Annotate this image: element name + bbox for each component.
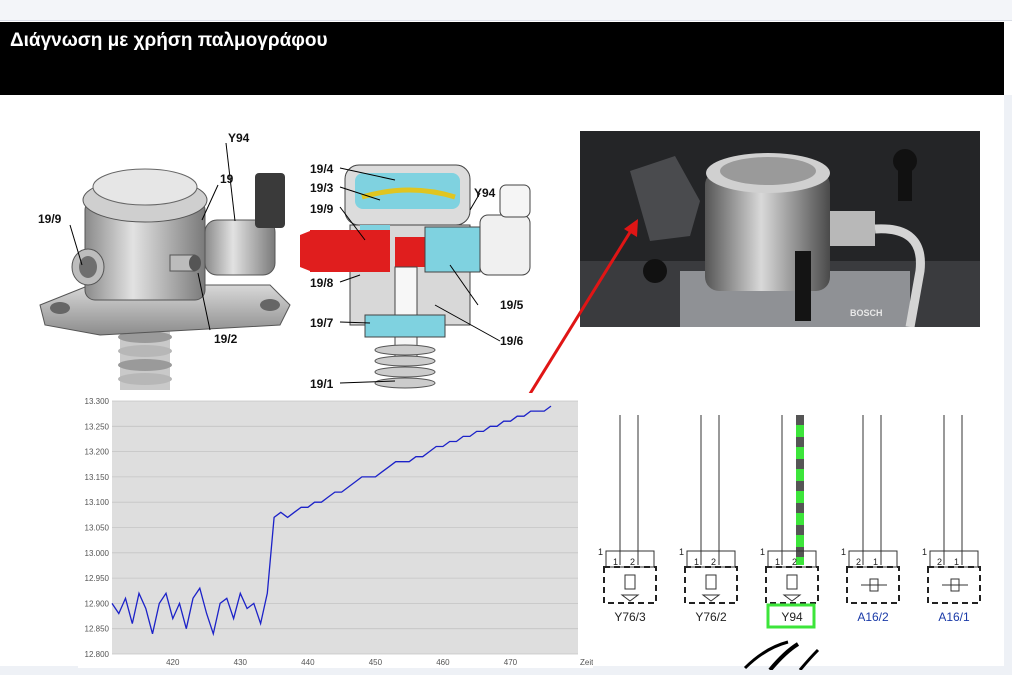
section-label-y94: Y94 bbox=[474, 186, 496, 200]
y-tick-label: 13.200 bbox=[85, 448, 110, 457]
x-tick-label: 440 bbox=[301, 658, 315, 667]
x-tick-label: 460 bbox=[436, 658, 450, 667]
title-bar: Διάγνωση με χρήση παλμογράφου bbox=[0, 22, 1004, 95]
y-tick-label: 13.250 bbox=[85, 422, 110, 431]
pin-label-right: 2 bbox=[792, 557, 797, 567]
x-tick-label: 420 bbox=[166, 658, 180, 667]
section-label-19-3: 19/3 bbox=[310, 181, 334, 195]
pin-label-left: 2 bbox=[856, 557, 861, 567]
pump-cross-section bbox=[300, 164, 531, 389]
outer-pin-label: 1 bbox=[760, 547, 765, 557]
component-name: Y76/3 bbox=[614, 610, 646, 624]
y-tick-label: 13.000 bbox=[85, 549, 110, 558]
section-label-19-7: 19/7 bbox=[310, 316, 334, 330]
y-tick-label: 13.150 bbox=[85, 473, 110, 482]
outer-pin-label: 1 bbox=[598, 547, 603, 557]
y-tick-label: 12.950 bbox=[85, 574, 110, 583]
pump-label-19-2: 19/2 bbox=[214, 332, 238, 346]
wiring-component: 12 1A16/2 bbox=[841, 415, 900, 624]
component-name: Y76/2 bbox=[695, 610, 727, 624]
y-tick-label: 12.850 bbox=[85, 625, 110, 634]
pump-illustration bbox=[39, 142, 291, 390]
component-name: A16/1 bbox=[938, 610, 970, 624]
component-name: Y94 bbox=[781, 610, 803, 624]
pin-label-left: 2 bbox=[937, 557, 942, 567]
outer-pin-label: 1 bbox=[841, 547, 846, 557]
section-label-19-9: 19/9 bbox=[310, 202, 334, 216]
pin-label-right: 2 bbox=[630, 557, 635, 567]
photo-brand: BOSCH bbox=[850, 308, 883, 318]
y-tick-label: 12.900 bbox=[85, 599, 110, 608]
x-tick-label: 430 bbox=[234, 658, 248, 667]
component-name: A16/2 bbox=[857, 610, 889, 624]
pin-label-right: 1 bbox=[873, 557, 878, 567]
y-tick-label: 13.300 bbox=[85, 397, 110, 406]
section-label-19-1: 19/1 bbox=[310, 377, 334, 391]
y-tick-label: 13.050 bbox=[85, 524, 110, 533]
signature-mark bbox=[743, 640, 820, 670]
y-tick-label: 12.800 bbox=[85, 650, 110, 659]
pump-label-19: 19 bbox=[220, 172, 234, 186]
pin-label-left: 1 bbox=[694, 557, 699, 567]
pin-label-right: 1 bbox=[954, 557, 959, 567]
x-tick-label: Zeit [s bbox=[580, 658, 593, 667]
x-tick-label: 450 bbox=[369, 658, 383, 667]
pin-label-right: 2 bbox=[711, 557, 716, 567]
section-label-19-4: 19/4 bbox=[310, 162, 334, 176]
oscilloscope-chart: 13.300 13.250 13.200 13.150 13.100 13.050 13.0… bbox=[78, 393, 593, 668]
pointer-arrow bbox=[526, 219, 638, 398]
right-edge bbox=[1004, 95, 1012, 675]
wiring-component: 12 1A16/1 bbox=[922, 415, 981, 624]
outer-pin-label: 1 bbox=[679, 547, 684, 557]
pin-label-left: 1 bbox=[613, 557, 618, 567]
slide-title: Διάγνωση με χρήση παλμογράφου bbox=[10, 30, 328, 51]
wiring-component: 11 2 Y76/2 bbox=[679, 415, 738, 624]
pump-label-19-9: 19/9 bbox=[38, 212, 62, 226]
outer-pin-label: 1 bbox=[922, 547, 927, 557]
y-tick-label: 13.100 bbox=[85, 498, 110, 507]
wiring-diagram: 11 2Y76/311 2Y76/211 2Y9412 1A16/212 1A16/1 bbox=[598, 415, 981, 629]
pump-label-y94: Y94 bbox=[228, 131, 250, 145]
wiring-component: 11 2 Y94 bbox=[760, 415, 819, 629]
pump-spring bbox=[118, 330, 172, 390]
pin-label-left: 1 bbox=[775, 557, 780, 567]
x-tick-label: 470 bbox=[504, 658, 518, 667]
top-strip bbox=[0, 0, 1012, 21]
section-label-19-8: 19/8 bbox=[310, 276, 334, 290]
wiring-component: 11 2 Y76/3 bbox=[598, 415, 657, 624]
